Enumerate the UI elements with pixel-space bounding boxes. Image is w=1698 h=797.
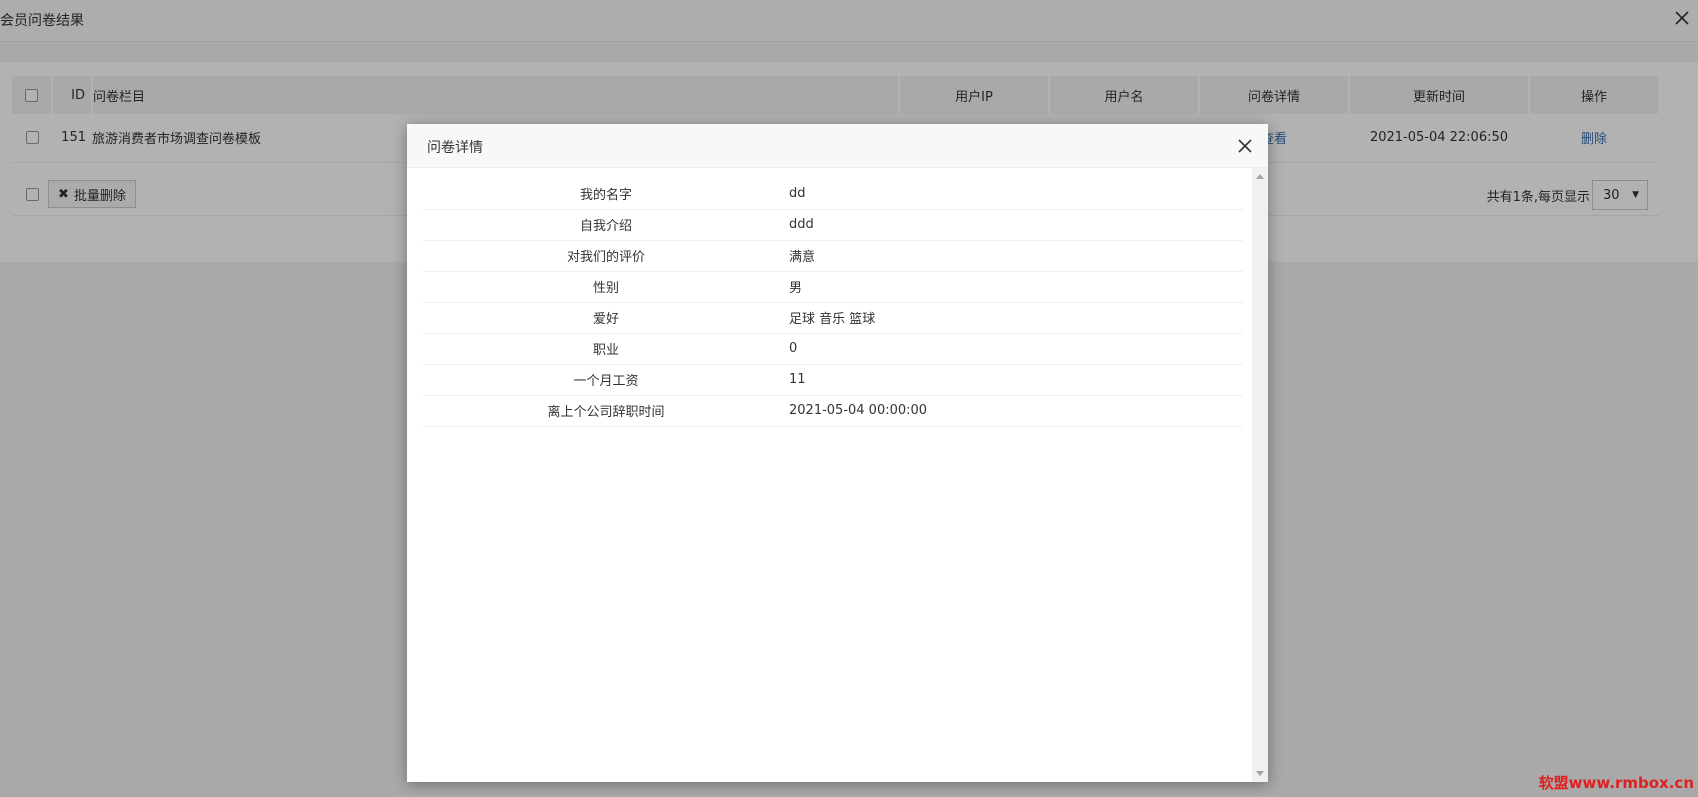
close-icon[interactable] xyxy=(1236,137,1254,155)
detail-row: 一个月工资 11 xyxy=(423,364,1243,396)
detail-value: 0 xyxy=(789,333,1243,365)
detail-label: 我的名字 xyxy=(423,178,789,210)
scroll-up-arrow-icon[interactable] xyxy=(1256,174,1264,179)
detail-row: 自我介绍 ddd xyxy=(423,209,1243,241)
detail-row: 离上个公司辞职时间 2021-05-04 00:00:00 xyxy=(423,395,1243,427)
detail-label: 爱好 xyxy=(423,302,789,334)
scroll-down-arrow-icon[interactable] xyxy=(1256,771,1264,776)
detail-row: 职业 0 xyxy=(423,333,1243,365)
detail-label: 对我们的评价 xyxy=(423,240,789,272)
detail-label: 自我介绍 xyxy=(423,209,789,241)
modal-header: 问卷详情 xyxy=(407,124,1268,168)
modal-content: 我的名字 dd 自我介绍 ddd 对我们的评价 满意 性别男 爱好 足球 音乐 篮球 职… xyxy=(407,168,1252,782)
detail-row: 我的名字 dd xyxy=(423,178,1243,210)
survey-detail-modal: 问卷详情 我的名字 dd 自我介绍 ddd 对我们的评价 满意 性别男 爱好 足球 音乐… xyxy=(407,124,1268,782)
detail-row: 对我们的评价 满意 xyxy=(423,240,1243,272)
detail-value: ddd xyxy=(789,209,1243,241)
modal-title: 问卷详情 xyxy=(427,140,483,156)
detail-row: 性别男 xyxy=(423,271,1243,303)
detail-value: 满意 xyxy=(789,240,1243,272)
detail-label: 离上个公司辞职时间 xyxy=(423,395,789,427)
detail-label: 一个月工资 xyxy=(423,364,789,396)
detail-label: 职业 xyxy=(423,333,789,365)
detail-table: 我的名字 dd 自我介绍 ddd 对我们的评价 满意 性别男 爱好 足球 音乐 篮球 职… xyxy=(423,178,1243,427)
detail-value: dd xyxy=(789,178,1243,210)
site-watermark: 软盟www.rmbox.cn xyxy=(1538,774,1694,792)
detail-label: 性别 xyxy=(423,271,789,303)
detail-value: 足球 音乐 篮球 xyxy=(789,302,1243,334)
detail-value: 2021-05-04 00:00:00 xyxy=(789,395,1243,427)
detail-value: 11 xyxy=(789,364,1243,396)
modal-scrollbar[interactable] xyxy=(1252,168,1268,782)
detail-row: 爱好 足球 音乐 篮球 xyxy=(423,302,1243,334)
detail-value: 男 xyxy=(789,271,1243,303)
